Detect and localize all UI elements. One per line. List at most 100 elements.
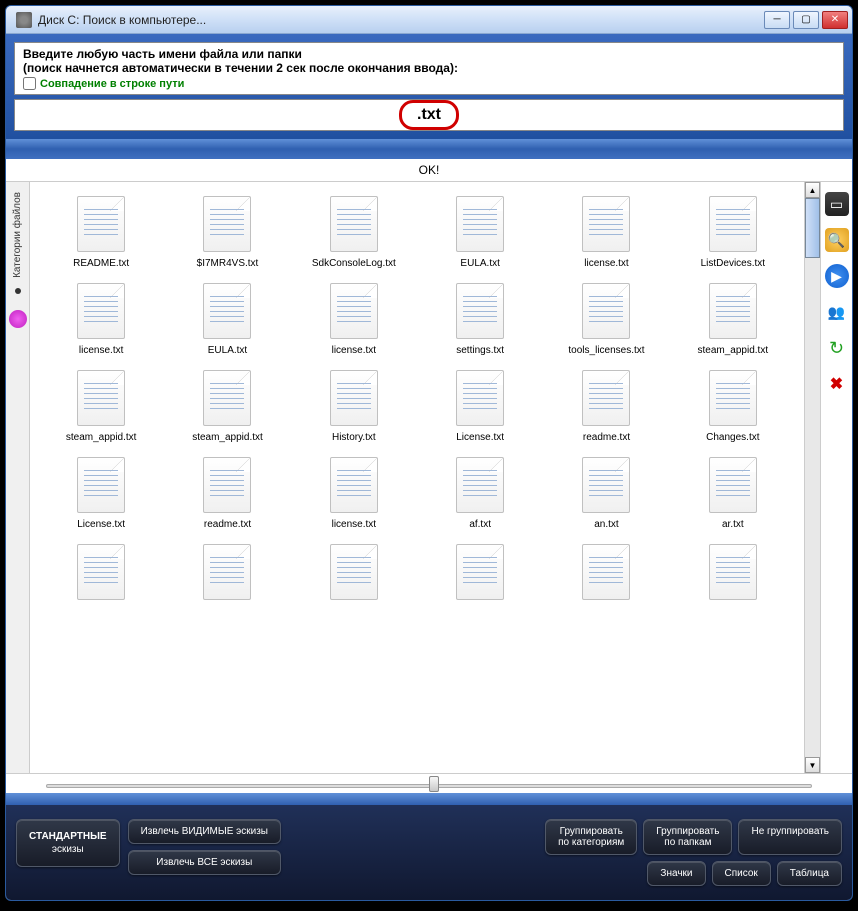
list-view-button[interactable]: Список bbox=[712, 861, 771, 886]
file-item[interactable]: license.txt bbox=[545, 192, 667, 273]
file-item[interactable]: af.txt bbox=[419, 453, 541, 534]
file-item[interactable] bbox=[40, 540, 162, 610]
no-group-button[interactable]: Не группировать bbox=[738, 819, 842, 855]
file-item[interactable]: steam_appid.txt bbox=[166, 366, 288, 447]
zoom-slider-bar bbox=[6, 773, 852, 793]
file-item[interactable]: ListDevices.txt bbox=[672, 192, 794, 273]
titlebar[interactable]: Диск C: Поиск в компьютере... ─ ▢ ✕ bbox=[6, 6, 852, 34]
close-button[interactable]: ✕ bbox=[822, 11, 848, 29]
file-item[interactable] bbox=[293, 540, 415, 610]
file-item[interactable]: an.txt bbox=[545, 453, 667, 534]
file-name-label: readme.txt bbox=[583, 432, 630, 443]
text-file-icon bbox=[456, 196, 504, 252]
text-file-icon bbox=[330, 283, 378, 339]
text-file-icon bbox=[582, 457, 630, 513]
minimize-button[interactable]: ─ bbox=[764, 11, 790, 29]
file-item[interactable] bbox=[545, 540, 667, 610]
swap-icon[interactable] bbox=[9, 310, 27, 328]
app-icon bbox=[16, 12, 32, 28]
file-item[interactable]: License.txt bbox=[419, 366, 541, 447]
window-controls: ─ ▢ ✕ bbox=[764, 11, 848, 29]
extract-all-button[interactable]: Извлечь ВСЕ эскизы bbox=[128, 850, 281, 875]
info-box: Введите любую часть имени файла или папк… bbox=[14, 42, 844, 95]
maximize-button[interactable]: ▢ bbox=[793, 11, 819, 29]
group-buttons-col: Группировать по категориям Группировать … bbox=[545, 819, 842, 886]
scroll-up-button[interactable]: ▲ bbox=[805, 182, 820, 198]
file-name-label: tools_licenses.txt bbox=[568, 345, 644, 356]
file-item[interactable]: license.txt bbox=[40, 279, 162, 360]
file-item[interactable]: EULA.txt bbox=[166, 279, 288, 360]
text-file-icon bbox=[709, 370, 757, 426]
file-item[interactable] bbox=[419, 540, 541, 610]
icons-view-button[interactable]: Значки bbox=[647, 861, 705, 886]
file-item[interactable]: tools_licenses.txt bbox=[545, 279, 667, 360]
group-by-category-button[interactable]: Группировать по категориям bbox=[545, 819, 637, 855]
play-icon[interactable]: ▶ bbox=[825, 264, 849, 288]
extract-visible-button[interactable]: Извлечь ВИДИМЫЕ эскизы bbox=[128, 819, 281, 844]
text-file-icon bbox=[203, 544, 251, 600]
file-grid: README.txt$I7MR4VS.txt SdkConsoleLog.txt E… bbox=[40, 192, 794, 610]
categories-tab-label[interactable]: Категории файлов bbox=[12, 192, 23, 278]
file-item[interactable]: settings.txt bbox=[419, 279, 541, 360]
file-item[interactable]: $I7MR4VS.txt bbox=[166, 192, 288, 273]
file-name-label: steam_appid.txt bbox=[192, 432, 263, 443]
table-view-button[interactable]: Таблица bbox=[777, 861, 842, 886]
delete-icon[interactable]: ✖ bbox=[825, 372, 849, 396]
text-file-icon bbox=[582, 283, 630, 339]
status-bar: OK! bbox=[6, 159, 852, 182]
decorative-band-2 bbox=[6, 793, 852, 805]
decorative-band bbox=[6, 139, 852, 159]
file-item[interactable]: History.txt bbox=[293, 366, 415, 447]
file-item[interactable]: Changes.txt bbox=[672, 366, 794, 447]
text-file-icon bbox=[582, 196, 630, 252]
file-item[interactable]: readme.txt bbox=[166, 453, 288, 534]
file-name-label: ListDevices.txt bbox=[701, 258, 765, 269]
users-icon[interactable]: 👥 bbox=[825, 300, 849, 324]
search-panel: Введите любую часть имени файла или папк… bbox=[6, 34, 852, 139]
text-file-icon bbox=[709, 457, 757, 513]
file-item[interactable]: steam_appid.txt bbox=[40, 366, 162, 447]
file-item[interactable]: README.txt bbox=[40, 192, 162, 273]
vertical-scrollbar[interactable]: ▲ ▼ bbox=[804, 182, 820, 773]
file-name-label: steam_appid.txt bbox=[698, 345, 769, 356]
file-item[interactable]: SdkConsoleLog.txt bbox=[293, 192, 415, 273]
text-file-icon bbox=[203, 283, 251, 339]
file-item[interactable]: readme.txt bbox=[545, 366, 667, 447]
file-item[interactable]: license.txt bbox=[293, 453, 415, 534]
text-file-icon bbox=[77, 370, 125, 426]
file-name-label: License.txt bbox=[456, 432, 504, 443]
text-file-icon bbox=[456, 457, 504, 513]
main-area: Категории файлов README.txt$I7MR4VS.txt S… bbox=[6, 182, 852, 773]
scroll-track[interactable] bbox=[805, 198, 820, 757]
file-item[interactable]: License.txt bbox=[40, 453, 162, 534]
file-name-label: settings.txt bbox=[456, 345, 504, 356]
search-input[interactable] bbox=[21, 106, 837, 124]
left-sidebar: Категории файлов bbox=[6, 182, 30, 773]
scroll-thumb[interactable] bbox=[805, 198, 820, 258]
file-name-label: steam_appid.txt bbox=[66, 432, 137, 443]
info-line-1: Введите любую часть имени файла или папк… bbox=[23, 47, 835, 61]
scroll-down-button[interactable]: ▼ bbox=[805, 757, 820, 773]
text-file-icon bbox=[330, 370, 378, 426]
file-name-label: license.txt bbox=[79, 345, 123, 356]
bottom-panel: СТАНДАРТНЫЕ эскизы Извлечь ВИДИМЫЕ эскиз… bbox=[6, 805, 852, 900]
refresh-icon[interactable]: ↻ bbox=[825, 336, 849, 360]
file-item[interactable]: license.txt bbox=[293, 279, 415, 360]
search-icon[interactable]: 🔍 bbox=[825, 228, 849, 252]
group-by-folder-button[interactable]: Группировать по папкам bbox=[643, 819, 732, 855]
file-item[interactable] bbox=[672, 540, 794, 610]
standard-sketches-button[interactable]: СТАНДАРТНЫЕ эскизы bbox=[16, 819, 120, 867]
file-item[interactable]: steam_appid.txt bbox=[672, 279, 794, 360]
text-file-icon bbox=[203, 457, 251, 513]
text-file-icon bbox=[203, 370, 251, 426]
console-icon[interactable]: ▭ bbox=[825, 192, 849, 216]
zoom-slider-thumb[interactable] bbox=[429, 776, 439, 792]
file-name-label: SdkConsoleLog.txt bbox=[312, 258, 396, 269]
file-name-label: ar.txt bbox=[722, 519, 744, 530]
file-item[interactable]: ar.txt bbox=[672, 453, 794, 534]
file-item[interactable] bbox=[166, 540, 288, 610]
path-match-label: Совпадение в строке пути bbox=[40, 78, 184, 90]
text-file-icon bbox=[582, 544, 630, 600]
file-item[interactable]: EULA.txt bbox=[419, 192, 541, 273]
path-match-checkbox[interactable] bbox=[23, 77, 36, 90]
